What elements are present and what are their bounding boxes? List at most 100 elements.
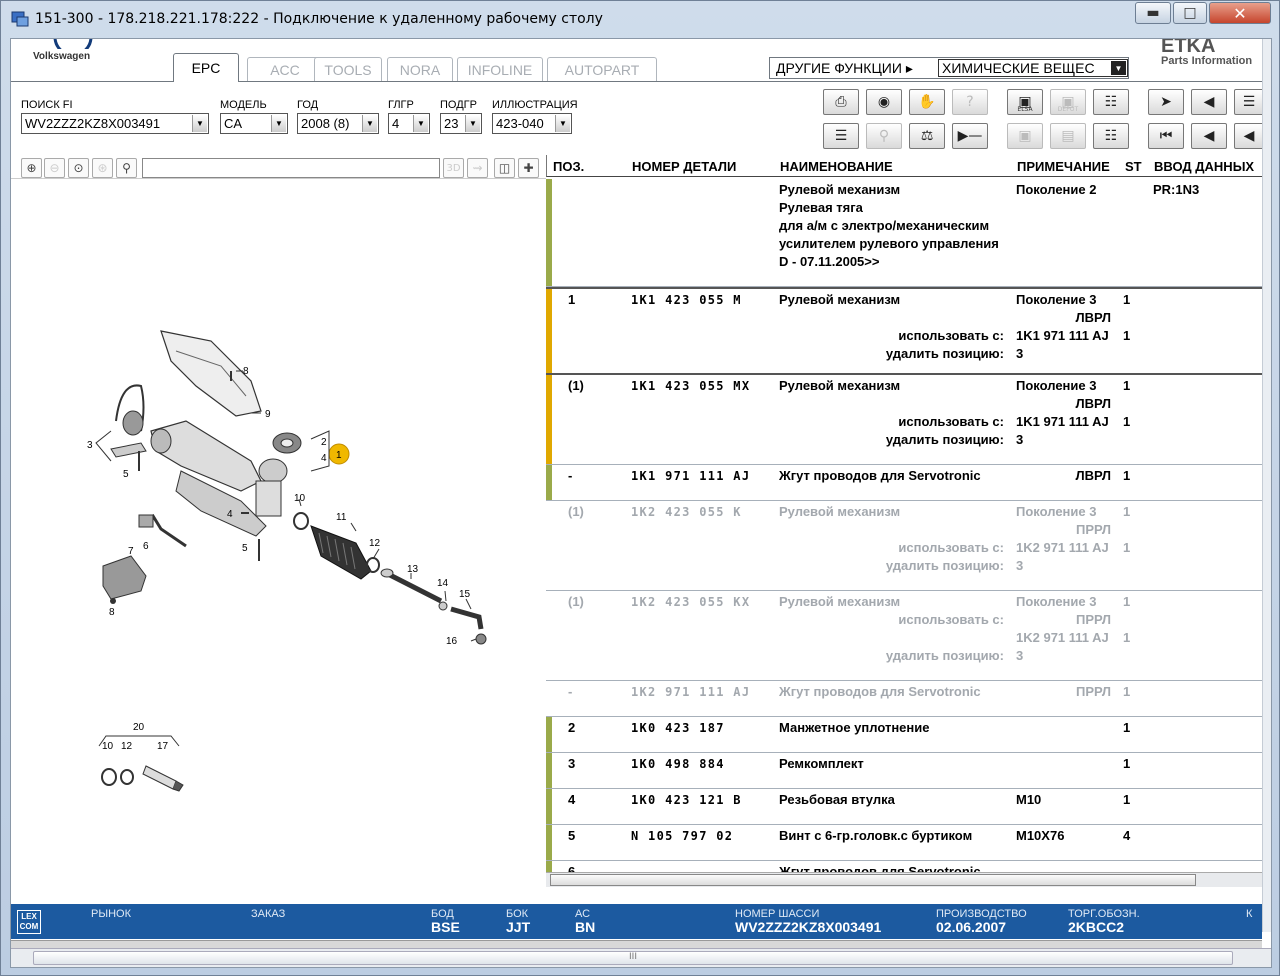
vehicle-button[interactable]: ⚖ bbox=[909, 123, 945, 149]
cart-button[interactable]: ☷ bbox=[1093, 123, 1129, 149]
model-field: МОДЕЛЬ CA ▼ bbox=[220, 99, 288, 134]
first-button[interactable]: ⏮ bbox=[1148, 123, 1184, 149]
table-row[interactable]: (1) 1K2 423 055 K Рулевой механизм Поколени… bbox=[546, 501, 1262, 591]
steering-rack-1 bbox=[150, 420, 288, 537]
row-name: Жгут проводов для Servotronic bbox=[779, 684, 981, 699]
row-part-number: 1K0 423 121 B bbox=[631, 793, 742, 807]
scroll-thumb[interactable] bbox=[550, 874, 1196, 886]
illustration-search-input[interactable] bbox=[142, 158, 440, 178]
table-row[interactable]: 1 1K1 423 055 M Рулевой механизм Поколение … bbox=[546, 287, 1262, 375]
col-pos[interactable]: ПОЗ. bbox=[553, 159, 584, 174]
search-part-button[interactable]: ◉ bbox=[866, 89, 902, 115]
illustration-select[interactable]: 423-040 ▼ bbox=[492, 113, 572, 134]
row-note: 3 bbox=[1016, 558, 1024, 573]
table-row[interactable]: Рулевой механизм Рулевая тяга для а/м с эл… bbox=[546, 179, 1262, 287]
parts-list-button[interactable]: ☰ bbox=[823, 123, 859, 149]
model-select[interactable]: CA ▼ bbox=[220, 113, 288, 134]
svg-text:5: 5 bbox=[123, 469, 129, 480]
col-note[interactable]: ПРИМЕЧАНИЕ bbox=[1017, 159, 1110, 174]
tab-epc[interactable]: EPC bbox=[173, 53, 239, 82]
zoom-fit-button[interactable]: ⊙ bbox=[68, 158, 89, 178]
close-button[interactable]: ✕ bbox=[1209, 2, 1271, 24]
zoom-out-button[interactable]: ⊖ bbox=[44, 158, 65, 178]
row-note: ЛВРЛ bbox=[1075, 310, 1111, 325]
help-button[interactable]: ? bbox=[952, 89, 988, 115]
key-icon: ⚲ bbox=[878, 128, 890, 144]
vertical-scrollbar[interactable] bbox=[1262, 39, 1271, 932]
split-view-button[interactable]: ⇝ bbox=[467, 158, 488, 178]
row-position: (1) bbox=[568, 504, 584, 519]
main-group-select[interactable]: 4 ▼ bbox=[388, 113, 430, 134]
elsa-button[interactable]: ▣ ELSA bbox=[1007, 89, 1043, 115]
table-row[interactable]: (1) 1K1 423 055 MX Рулевой механизм Поколен… bbox=[546, 375, 1262, 465]
list-button[interactable]: ☰ bbox=[1234, 89, 1264, 115]
maximize-button[interactable]: □ bbox=[1173, 2, 1207, 24]
col-st[interactable]: ST bbox=[1125, 159, 1142, 174]
rdp-horizontal-scrollbar[interactable]: III bbox=[11, 948, 1271, 967]
zoom-in-button[interactable]: ⊕ bbox=[21, 158, 42, 178]
3d-button[interactable]: 3D bbox=[443, 158, 464, 178]
rdp-scroll-thumb[interactable]: III bbox=[33, 951, 1233, 965]
pin-button[interactable]: ➤ bbox=[1148, 89, 1184, 115]
callout-badge-1[interactable]: 1 bbox=[328, 443, 350, 465]
depot-button[interactable]: ▣ DEPOT bbox=[1050, 89, 1086, 115]
back-list-button[interactable]: ◀ bbox=[1191, 89, 1227, 115]
tab-infoline[interactable]: INFOLINE bbox=[457, 57, 543, 81]
parts-table: ПОЗ. НОМЕР ДЕТАЛИ НАИМЕНОВАНИЕ ПРИМЕЧАНИ… bbox=[546, 155, 1262, 885]
clamp-3 bbox=[110, 384, 147, 458]
table-horizontal-scrollbar[interactable] bbox=[546, 872, 1262, 887]
elsa-label: ELSA bbox=[1017, 106, 1033, 113]
back-button[interactable]: ◀ bbox=[1234, 123, 1264, 149]
year-select[interactable]: 2008 (8) ▼ bbox=[297, 113, 379, 134]
table-row[interactable]: 2 1K0 423 187 Манжетное уплотнение 1 bbox=[546, 717, 1262, 753]
other-functions-select[interactable]: ХИМИЧЕСКИЕ ВЕЩЕС ▼ bbox=[938, 59, 1128, 77]
row-position: - bbox=[568, 684, 573, 699]
table-row[interactable]: 4 1K0 423 121 B Резьбовая втулка M10 1 bbox=[546, 789, 1262, 825]
row-note: 1K2 971 111 AJ bbox=[1016, 630, 1109, 645]
pan-button[interactable]: ✚ bbox=[518, 158, 539, 178]
minimize-button[interactable]: ▬ bbox=[1135, 2, 1171, 24]
sub-group-select[interactable]: 23 ▼ bbox=[440, 113, 482, 134]
stock-button[interactable]: ▤ bbox=[1050, 123, 1086, 149]
col-name[interactable]: НАИМЕНОВАНИЕ bbox=[780, 159, 893, 174]
cart-icon: ☷ bbox=[1104, 128, 1118, 144]
row-quantity: 1 bbox=[1123, 720, 1131, 735]
other-functions[interactable]: ДРУГИЕ ФУНКЦИИ ▸ ХИМИЧЕСКИЕ ВЕЩЕС ▼ bbox=[769, 57, 1129, 79]
handshake-button[interactable]: ✋ bbox=[909, 89, 945, 115]
previous-button[interactable]: ◀ bbox=[1191, 123, 1227, 149]
market-label: РЫНОК bbox=[91, 908, 131, 920]
question-icon: ? bbox=[966, 94, 974, 110]
tab-nora[interactable]: NORA bbox=[387, 57, 453, 81]
search-fi-field: ПОИСК FI WV2ZZZ2KZ8X003491 ▼ bbox=[21, 99, 209, 134]
step-button[interactable]: ▶— bbox=[952, 123, 988, 149]
row-name: Резьбовая втулка bbox=[779, 792, 895, 807]
row-note: Поколение 3 bbox=[1016, 378, 1097, 393]
row-sub-label: удалить позицию: bbox=[885, 648, 1004, 663]
cart-add-button[interactable]: ☷ bbox=[1093, 89, 1129, 115]
rdp-window: 151-300 - 178.218.221.178:222 - Подключе… bbox=[0, 0, 1280, 976]
row-sub-label: использовать с: bbox=[898, 540, 1004, 555]
search-fi-select[interactable]: WV2ZZZ2KZ8X003491 ▼ bbox=[21, 113, 209, 134]
parts-illustration[interactable]: 1 8 9 3 5 2 4 4 10 11 12 13 14 15 16 6 7… bbox=[11, 181, 546, 901]
table-row[interactable]: - 1K1 971 111 AJ Жгут проводов для Servotr… bbox=[546, 465, 1262, 501]
tab-autopart[interactable]: AUTOPART bbox=[547, 57, 657, 81]
layout-button[interactable]: ◫ bbox=[494, 158, 515, 178]
col-input[interactable]: ВВОД ДАННЫХ bbox=[1154, 159, 1254, 174]
print-button[interactable]: ⎙ bbox=[823, 89, 859, 115]
compare-button[interactable]: ▣ bbox=[1007, 123, 1043, 149]
ring-10 bbox=[293, 512, 309, 530]
tab-acc[interactable]: ACC bbox=[247, 57, 323, 81]
col-part-number[interactable]: НОМЕР ДЕТАЛИ bbox=[632, 159, 736, 174]
first-icon: ⏮ bbox=[1159, 128, 1173, 144]
key-button[interactable]: ⚲ bbox=[866, 123, 902, 149]
zoom-text-button[interactable]: ⊛ bbox=[92, 158, 113, 178]
table-row[interactable]: 3 1K0 498 884 Ремкомплект 1 bbox=[546, 753, 1262, 789]
model-label: МОДЕЛЬ bbox=[220, 99, 267, 111]
table-row[interactable]: (1) 1K2 423 055 KX Рулевой механизм Поколен… bbox=[546, 591, 1262, 681]
magnifier-button[interactable]: ⚲ bbox=[116, 158, 137, 178]
search-icon: ⚲ bbox=[122, 161, 131, 175]
table-row[interactable]: 5 N 105 797 02 Винт с 6-гр.головк.с буртик… bbox=[546, 825, 1262, 861]
row-note: ЛВРЛ bbox=[1075, 468, 1111, 483]
tab-tools[interactable]: TOOLS bbox=[314, 57, 382, 81]
table-row[interactable]: - 1K2 971 111 AJ Жгут проводов для Servotr… bbox=[546, 681, 1262, 717]
